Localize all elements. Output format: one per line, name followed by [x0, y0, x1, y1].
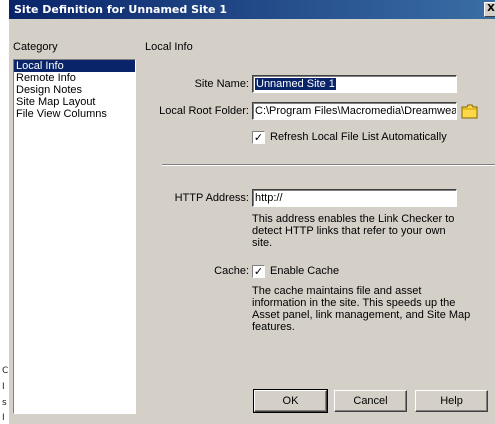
http-address-input[interactable]: http:// [252, 189, 457, 207]
site-name-input[interactable]: Unnamed Site 1 [252, 75, 457, 93]
checkmark-icon: ✓ [253, 131, 264, 144]
enable-cache-checkbox[interactable]: ✓ [252, 265, 265, 278]
description-line: Asset panel, link management, and Site M… [252, 309, 471, 321]
enable-cache-label: Enable Cache [270, 265, 340, 277]
description-line: This address enables the Link Checker to [252, 213, 455, 225]
refresh-checkbox[interactable]: ✓ [252, 131, 265, 144]
dialog-title: Site Definition for Unnamed Site 1 [14, 3, 227, 16]
category-item-remote-info[interactable]: Remote Info [14, 72, 135, 84]
description-line: site. [252, 237, 273, 249]
cache-description: The cache maintains file and asset infor… [252, 285, 492, 333]
help-button[interactable]: Help [415, 390, 488, 412]
close-button[interactable]: X [484, 2, 495, 17]
panel-title: Local Info [145, 41, 193, 53]
refresh-label: Refresh Local File List Automatically [270, 131, 447, 143]
description-line: information in the site. This speeds up … [252, 297, 456, 309]
description-line: The cache maintains file and asset [252, 285, 422, 297]
cache-label: Cache: [214, 265, 249, 277]
background-glyph: I [2, 413, 5, 423]
site-name-value: Unnamed Site 1 [255, 78, 336, 90]
category-item-design-notes[interactable]: Design Notes [14, 84, 135, 96]
http-address-label: HTTP Address: [174, 192, 249, 204]
http-address-description: This address enables the Link Checker to… [252, 213, 492, 249]
cancel-button[interactable]: Cancel [334, 390, 407, 412]
ok-button[interactable]: OK [253, 389, 328, 413]
close-icon: X [487, 3, 495, 14]
http-address-value: http:// [255, 192, 283, 204]
folder-icon[interactable] [461, 104, 478, 119]
site-definition-dialog: Site Definition for Unnamed Site 1 X Cat… [8, 0, 495, 424]
description-line: features. [252, 321, 295, 333]
category-list[interactable]: Local Info Remote Info Design Notes Site… [13, 59, 136, 414]
background-glyph: s [2, 398, 7, 408]
local-root-folder-label: Local Root Folder: [159, 105, 249, 117]
category-header: Category [13, 41, 58, 53]
description-line: detect HTTP links that refer to your own [252, 225, 446, 237]
section-divider [162, 164, 495, 166]
checkmark-icon: ✓ [253, 265, 264, 278]
category-item-local-info[interactable]: Local Info [14, 60, 135, 72]
category-item-site-map-layout[interactable]: Site Map Layout [14, 96, 135, 108]
category-item-file-view-columns[interactable]: File View Columns [14, 108, 135, 120]
site-name-label: Site Name: [194, 78, 249, 90]
dialog-titlebar[interactable]: Site Definition for Unnamed Site 1 X [9, 0, 495, 19]
local-root-folder-value: C:\Program Files\Macromedia\Dreamweav [255, 105, 457, 117]
background-glyph: I [2, 382, 5, 392]
local-root-folder-input[interactable]: C:\Program Files\Macromedia\Dreamweav [252, 102, 457, 120]
